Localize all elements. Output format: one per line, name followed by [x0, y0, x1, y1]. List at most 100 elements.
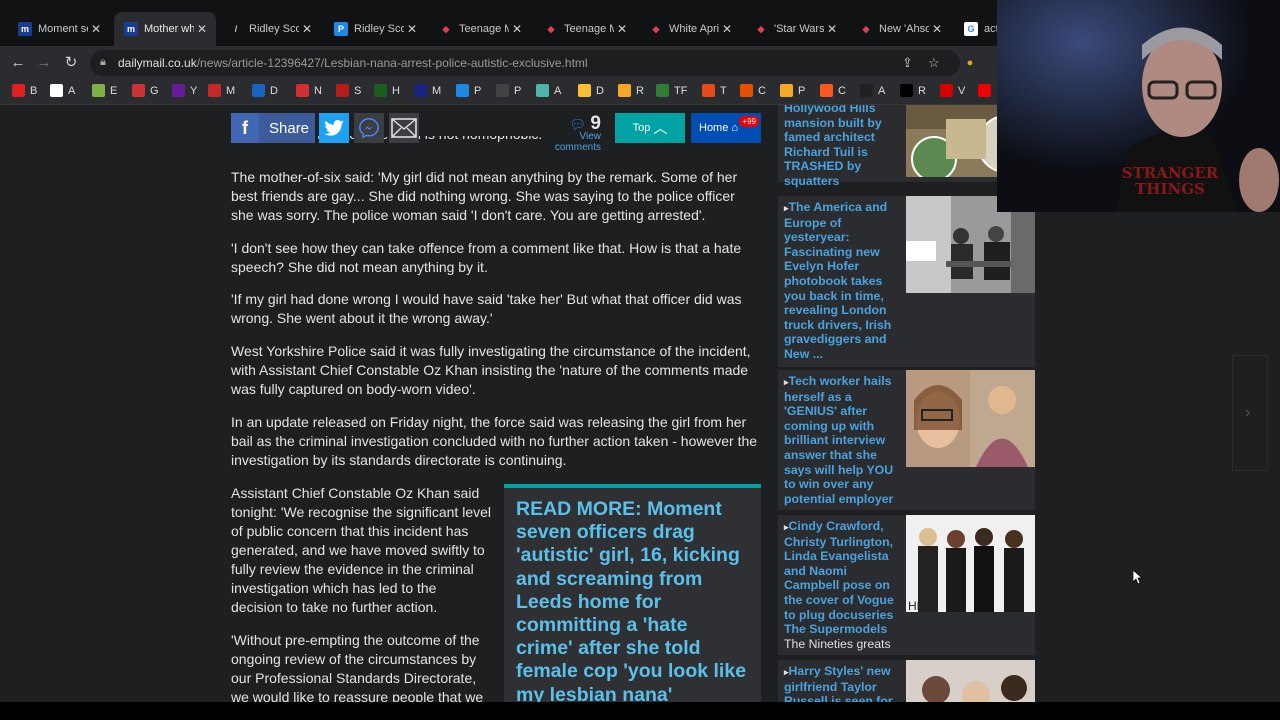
- bookmark-item[interactable]: M: [414, 84, 441, 97]
- bookmark-favicon-icon: [456, 84, 469, 97]
- bookmark-item[interactable]: C: [820, 84, 846, 97]
- bookmark-favicon-icon: [740, 84, 753, 97]
- chevron-right-icon: ›: [1245, 404, 1251, 421]
- tab[interactable]: P Ridley Scot✕: [324, 12, 426, 46]
- tab[interactable]: ◆ Teenage Mu✕: [534, 12, 636, 46]
- bookmark-label: H: [392, 84, 400, 97]
- close-tab-icon[interactable]: ✕: [614, 22, 630, 36]
- bookmark-label: S: [354, 84, 362, 97]
- twitter-share-button[interactable]: [319, 113, 349, 143]
- tab[interactable]: ◆ White April ✕: [639, 12, 741, 46]
- bookmark-favicon-icon: [578, 84, 591, 97]
- bookmark-label: T: [720, 84, 727, 97]
- view-comments-link[interactable]: 💬︎ 9 View comments: [531, 113, 601, 153]
- close-tab-icon[interactable]: ✕: [88, 22, 104, 36]
- address-bar[interactable]: 🔒︎ dailymail.co.uk/news/article-12396427…: [90, 50, 960, 76]
- bookmark-item[interactable]: P: [780, 84, 805, 97]
- bookmark-item[interactable]: D: [252, 84, 278, 97]
- story-headline[interactable]: Harry Styles' new girlfriend Taylor Russ…: [784, 664, 893, 702]
- bookmark-item[interactable]: E: [92, 84, 117, 97]
- share-page-icon[interactable]: ⇪: [902, 55, 913, 71]
- bookmark-item[interactable]: M: [208, 84, 235, 97]
- bookmark-star-icon[interactable]: ☆: [928, 55, 940, 71]
- bookmark-item[interactable]: P: [456, 84, 481, 97]
- bookmark-favicon-icon: [780, 84, 793, 97]
- bookmark-item[interactable]: A: [860, 84, 885, 97]
- youtube-bookmark-icon[interactable]: [978, 84, 996, 97]
- sidebar-story[interactable]: ▸Harry Styles' new girlfriend Taylor Rus…: [778, 660, 1035, 702]
- story-headline[interactable]: Hollywood Hills mansion built by famed a…: [784, 105, 882, 188]
- twitter-icon: [324, 120, 344, 136]
- story-thumbnail[interactable]: [906, 660, 1035, 702]
- bookmark-label: R: [918, 84, 926, 97]
- url-text[interactable]: dailymail.co.uk/news/article-12396427/Le…: [118, 56, 588, 70]
- home-button[interactable]: Home ⌂ +99: [691, 113, 761, 143]
- sidebar-story[interactable]: ▸Tech worker hails herself as a 'GENIUS'…: [778, 370, 1035, 510]
- close-tab-icon[interactable]: ✕: [719, 22, 735, 36]
- sidebar-story[interactable]: ▸The America and Europe of yesteryear: F…: [778, 196, 1035, 367]
- webcam-overlay: STRANGER THINGS: [997, 0, 1280, 212]
- site-info-icon[interactable]: 🔒︎: [100, 56, 106, 69]
- home-icon: ⌂: [731, 122, 739, 134]
- story-headline[interactable]: Cindy Crawford, Christy Turlington, Lind…: [784, 519, 894, 636]
- bookmark-item[interactable]: Y: [172, 84, 197, 97]
- tab[interactable]: ◆ 'Star Wars: A✕: [744, 12, 846, 46]
- bookmark-favicon-icon: [940, 84, 953, 97]
- back-icon[interactable]: ←: [8, 53, 28, 73]
- forward-icon[interactable]: →: [34, 53, 54, 73]
- bookmark-favicon-icon: [374, 84, 387, 97]
- tab[interactable]: m Mother wh ✕: [114, 12, 216, 46]
- tab[interactable]: Gacto: [954, 12, 1000, 46]
- bookmark-item[interactable]: A: [50, 84, 75, 97]
- read-more-headline[interactable]: Moment seven officers drag 'autistic' gi…: [516, 498, 746, 702]
- bookmark-item[interactable]: H: [374, 84, 400, 97]
- tab[interactable]: m Moment se ✕: [8, 12, 110, 46]
- bookmark-favicon-icon: [50, 84, 63, 97]
- tab-title: 'Star Wars: A: [774, 23, 824, 35]
- bookmark-item[interactable]: G: [132, 84, 159, 97]
- tab[interactable]: ◆ Teenage Mu✕: [429, 12, 531, 46]
- bookmark-item[interactable]: D: [578, 84, 604, 97]
- reload-icon[interactable]: ↻: [61, 53, 81, 73]
- chevron-up-icon: ︿: [653, 120, 668, 136]
- bookmark-item[interactable]: S: [336, 84, 361, 97]
- bookmark-item[interactable]: T: [702, 84, 727, 97]
- bookmark-item[interactable]: P: [496, 84, 521, 97]
- story-headline[interactable]: Tech worker hails herself as a 'GENIUS' …: [784, 374, 893, 506]
- tab[interactable]: ◆ New 'Ahsok✕: [849, 12, 951, 46]
- back-to-top-button[interactable]: Top ︿: [615, 113, 685, 143]
- close-tab-icon[interactable]: ✕: [404, 22, 420, 36]
- story-thumbnail[interactable]: HE: [906, 515, 1035, 613]
- close-tab-icon[interactable]: ✕: [824, 22, 840, 36]
- story-thumbnail[interactable]: [906, 370, 1035, 467]
- email-share-button[interactable]: [389, 113, 419, 143]
- comment-bubble-icon: 💬︎: [569, 117, 586, 132]
- close-tab-icon[interactable]: ✕: [194, 22, 210, 36]
- tab-title: White April: [669, 23, 719, 35]
- read-more-box[interactable]: READ MORE: Moment seven officers drag 'a…: [504, 484, 761, 702]
- bookmark-item[interactable]: R: [618, 84, 644, 97]
- bookmark-item[interactable]: R: [900, 84, 926, 97]
- story-headline[interactable]: The America and Europe of yesteryear: Fa…: [784, 200, 891, 361]
- bookmark-item[interactable]: TF: [656, 84, 687, 97]
- extension-icon[interactable]: ●: [960, 53, 980, 73]
- bookmark-item[interactable]: B: [12, 84, 37, 97]
- article-paragraph: 'Without pre-empting the outcome of the …: [231, 632, 484, 702]
- sidebar-story[interactable]: ▸Cindy Crawford, Christy Turlington, Lin…: [778, 515, 1035, 655]
- close-tab-icon[interactable]: ✕: [509, 22, 525, 36]
- bookmark-item[interactable]: N: [296, 84, 322, 97]
- bookmark-label: R: [636, 84, 644, 97]
- close-tab-icon[interactable]: ✕: [929, 22, 945, 36]
- close-tab-icon[interactable]: ✕: [299, 22, 315, 36]
- tab-favicon-icon: ◆: [754, 22, 768, 36]
- bookmark-label: M: [226, 84, 236, 97]
- facebook-share-button[interactable]: f Share: [231, 113, 315, 143]
- bookmark-item[interactable]: V: [940, 84, 965, 97]
- tab[interactable]: / Ridley Scot✕: [219, 12, 321, 46]
- messenger-share-button[interactable]: [354, 113, 384, 143]
- next-panel[interactable]: ›: [1232, 355, 1268, 471]
- bookmark-item[interactable]: A: [536, 84, 561, 97]
- tab-title: Ridley Scot: [354, 23, 404, 35]
- bookmark-label: V: [958, 84, 966, 97]
- bookmark-item[interactable]: C: [740, 84, 766, 97]
